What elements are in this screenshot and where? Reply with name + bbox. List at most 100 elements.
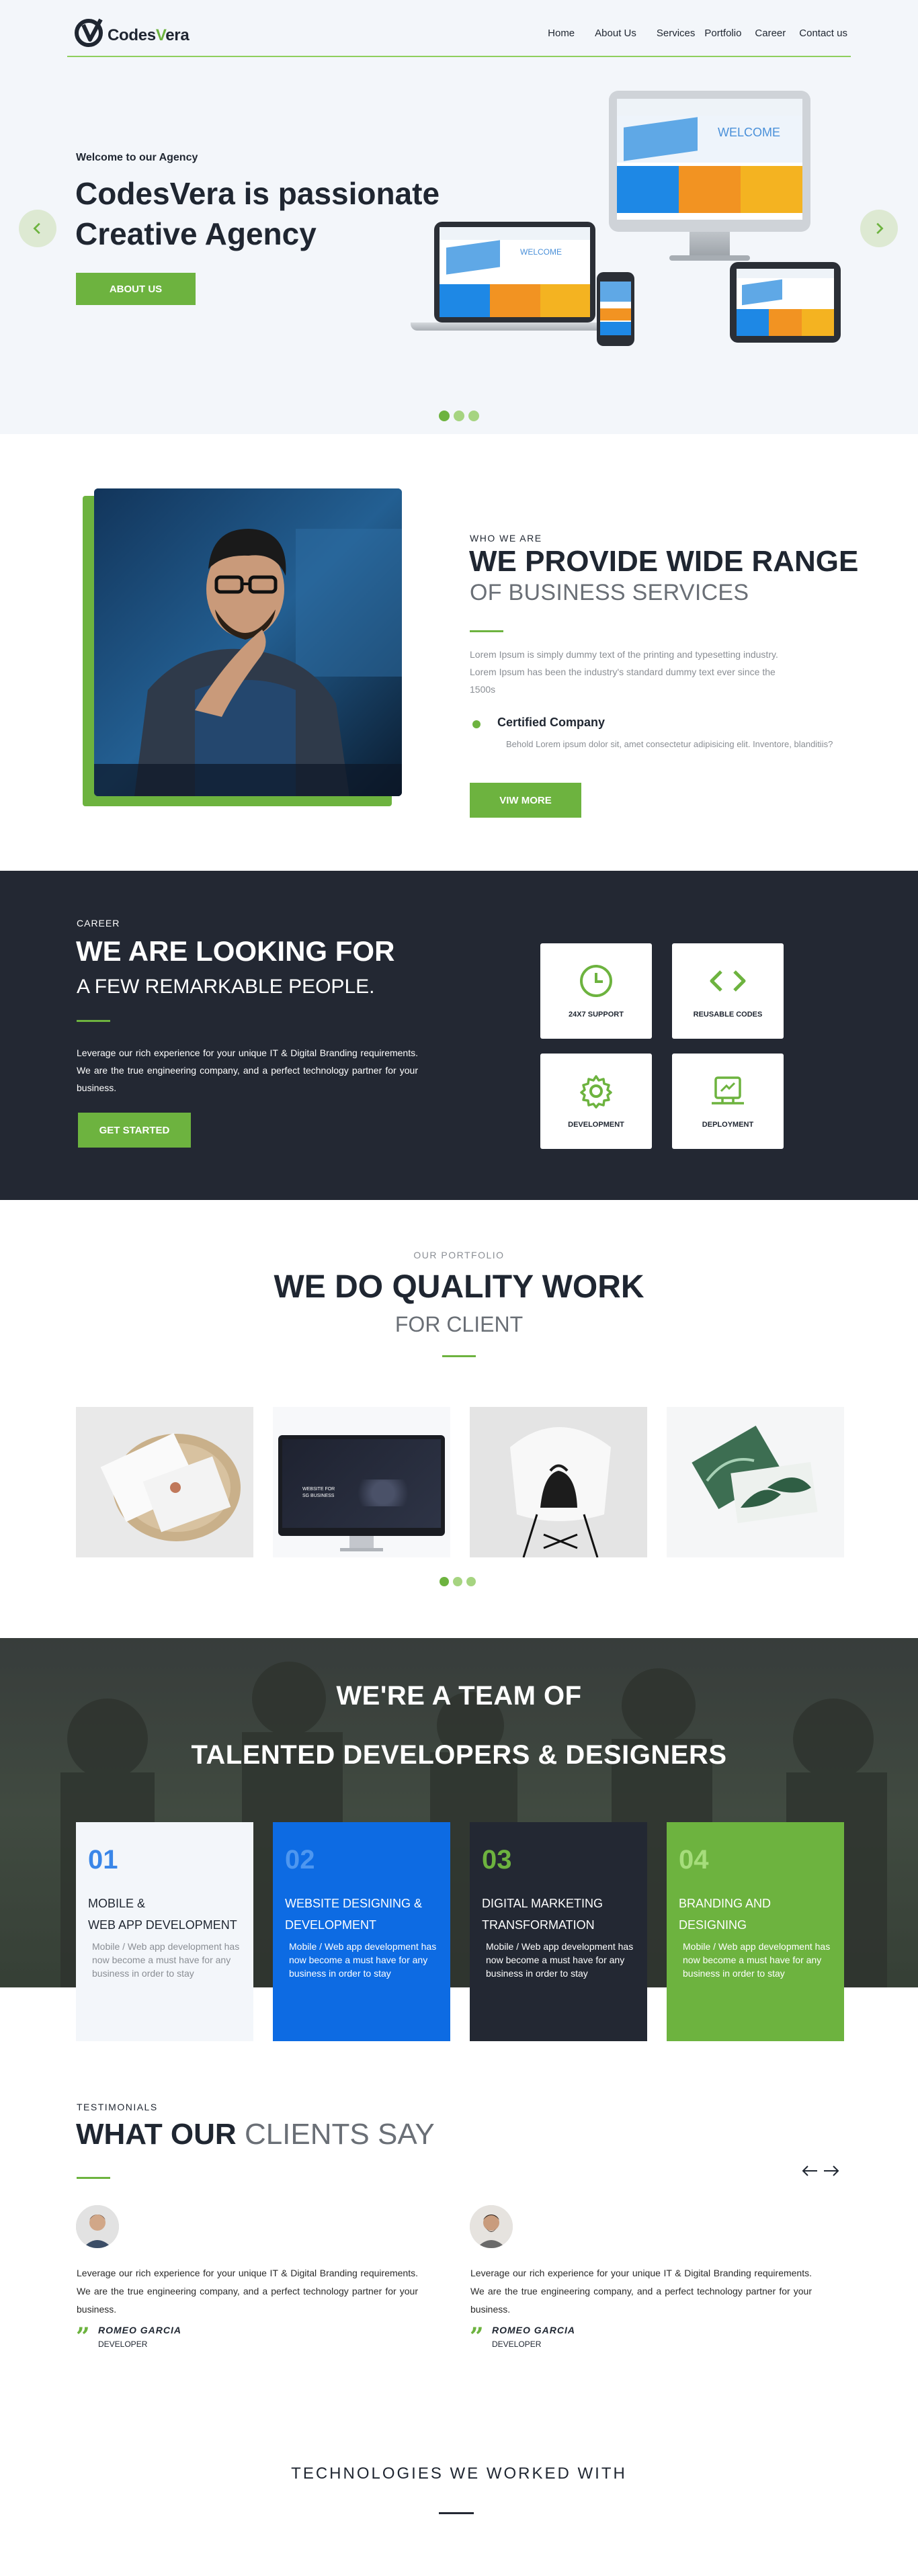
developer-photo (94, 488, 402, 796)
testimonials-divider (77, 2177, 110, 2179)
certified-text: Behold Lorem ipsum dolor sit, amet conse… (506, 739, 833, 749)
get-started-button[interactable]: GET STARTED (78, 1113, 191, 1148)
portfolio-item-website[interactable]: WEBSITE FOR SG BUSINESS (273, 1407, 450, 1557)
development-card[interactable]: DEVELOPMENT (540, 1054, 652, 1149)
team-title-line2: TALENTED DEVELOPERS & DESIGNERS (191, 1740, 727, 1770)
portfolio-divider (442, 1355, 476, 1357)
deployment-card[interactable]: DEPLOYMENT (672, 1054, 784, 1149)
service-number: 03 (482, 1845, 512, 1875)
certified-bullet-icon (472, 720, 481, 728)
slider-dot[interactable] (439, 411, 450, 421)
navbar: CodesVera Home About Us Services Portfol… (67, 17, 851, 57)
service-number: 04 (679, 1845, 709, 1875)
phone-image (597, 272, 634, 346)
view-more-button[interactable]: VIW MORE (470, 783, 581, 818)
gear-icon (580, 1075, 612, 1109)
service-title-line: BRANDING AND (679, 1897, 771, 1910)
hero-next-button[interactable] (860, 210, 898, 247)
reusable-codes-card[interactable]: REUSABLE CODES (672, 943, 784, 1039)
slider-dot[interactable] (468, 411, 479, 421)
slider-dot[interactable] (453, 1577, 462, 1586)
career-kicker: CAREER (77, 918, 120, 929)
testimonial-quote: Leverage our rich experience for your un… (77, 2268, 418, 2315)
service-number: 02 (285, 1845, 315, 1875)
testimonials-title-bold: WHAT OUR (76, 2118, 237, 2151)
portfolio-subtitle: FOR CLIENT (394, 1312, 524, 1336)
nav-link-home[interactable]: Home (548, 28, 575, 39)
brand-name-part: Codes (108, 26, 156, 44)
chevron-right-icon (876, 222, 884, 234)
logo-icon[interactable] (74, 17, 106, 49)
testimonial-name: ROMEO GARCIA (492, 2325, 575, 2335)
nav-link-about[interactable]: About Us (595, 28, 636, 39)
slider-dot[interactable] (454, 411, 464, 421)
brand-name-accent: V (155, 26, 166, 44)
slider-dot[interactable] (466, 1577, 476, 1586)
service-number: 01 (88, 1845, 118, 1875)
service-desc: Mobile / Web app development has now bec… (92, 1941, 240, 1979)
nav-link-portfolio[interactable]: Portfolio (704, 28, 741, 39)
slider-dot[interactable] (440, 1577, 449, 1586)
portfolio-kicker: OUR PORTFOLIO (413, 1250, 505, 1260)
bag-chair-icon (510, 1427, 611, 1557)
certified-title: Certified Company (497, 716, 606, 729)
service-title-line: MOBILE & (88, 1897, 146, 1910)
service-card-marketing[interactable]: 03 DIGITAL MARKETING TRANSFORMATION Mobi… (470, 1822, 647, 2041)
service-title-line: DESIGNING (679, 1918, 747, 1932)
service-title: WEBSITE DESIGNING & DEVELOPMENT (285, 1893, 437, 1936)
portfolio-item-envelopes[interactable] (76, 1407, 253, 1557)
service-card-branding[interactable]: 04 BRANDING AND DESIGNING Mobile / Web a… (667, 1822, 844, 2041)
career-section: CAREER WE ARE LOOKING FOR A FEW REMARKAB… (0, 871, 918, 1200)
portfolio-item-cards[interactable] (667, 1407, 844, 1557)
service-title: MOBILE & WEB APP DEVELOPMENT (88, 1893, 240, 1936)
career-divider (77, 1020, 110, 1022)
testimonial-role: DEVELOPER (492, 2339, 542, 2349)
testimonials-kicker: TESTIMONIALS (77, 2102, 158, 2112)
who-title: WE PROVIDE WIDE RANGE (469, 545, 859, 578)
hero-section: CodesVera Home About Us Services Portfol… (0, 0, 918, 434)
hero-prev-button[interactable] (19, 210, 56, 247)
code-brackets-icon (710, 970, 746, 992)
service-card-website[interactable]: 02 WEBSITE DESIGNING & DEVELOPMENT Mobil… (273, 1822, 450, 2041)
hero-slider-dots (439, 411, 479, 421)
service-card-mobile[interactable]: 01 MOBILE & WEB APP DEVELOPMENT Mobile /… (76, 1822, 253, 2041)
service-title-line: WEBSITE DESIGNING & (285, 1897, 423, 1910)
deployment-label: DEPLOYMENT (702, 1121, 754, 1129)
laptop-welcome-text: WELCOME (520, 247, 562, 257)
leaf-cards-icon (692, 1425, 818, 1523)
chevron-left-icon (33, 222, 40, 234)
avatar (470, 2205, 513, 2248)
portfolio-slider-dots (440, 1577, 476, 1586)
nav-links: Home About Us Services Portfolio Career … (548, 28, 847, 39)
tablet-image (730, 262, 841, 343)
technologies-title: TECHNOLOGIES WE WORKED WITH (291, 2464, 627, 2483)
portfolio-title: WE DO QUALITY WORK (274, 1269, 644, 1305)
envelope-icon (100, 1432, 241, 1541)
about-us-button[interactable]: ABOUT US (76, 273, 196, 305)
arrow-left-icon[interactable] (801, 2165, 819, 2177)
who-divider (470, 630, 503, 632)
support-card-label: 24X7 SUPPORT (569, 1011, 624, 1019)
reusable-codes-label: REUSABLE CODES (693, 1011, 763, 1019)
career-text: Leverage our rich experience for your un… (77, 1047, 418, 1093)
support-card[interactable]: 24X7 SUPPORT (540, 943, 652, 1039)
testimonial-role: DEVELOPER (98, 2339, 148, 2349)
hero-kicker: Welcome to our Agency (76, 152, 198, 163)
service-title-line: TRANSFORMATION (482, 1918, 595, 1932)
arrow-right-icon[interactable] (823, 2165, 840, 2177)
career-title: WE ARE LOOKING FOR (76, 935, 395, 967)
nav-link-services[interactable]: Services (657, 28, 696, 39)
service-title-line: WEB APP DEVELOPMENT (88, 1918, 237, 1932)
portfolio-item-bag[interactable] (470, 1407, 647, 1557)
service-desc: Mobile / Web app development has now bec… (289, 1941, 437, 1979)
nav-link-career[interactable]: Career (755, 28, 786, 39)
service-desc: Mobile / Web app development has now bec… (683, 1941, 831, 1979)
testimonial-quote: Leverage our rich experience for your un… (470, 2268, 812, 2315)
service-desc: Mobile / Web app development has now bec… (486, 1941, 634, 1979)
nav-link-contact[interactable]: Contact us (799, 28, 847, 39)
avatar (76, 2205, 119, 2248)
testimonials-title: WHAT OUR CLIENTS SAY (76, 2118, 435, 2151)
team-title-line1: WE'RE A TEAM OF (336, 1681, 582, 1711)
brand-name[interactable]: CodesVera (108, 26, 190, 45)
service-title: DIGITAL MARKETING TRANSFORMATION (482, 1893, 634, 1936)
